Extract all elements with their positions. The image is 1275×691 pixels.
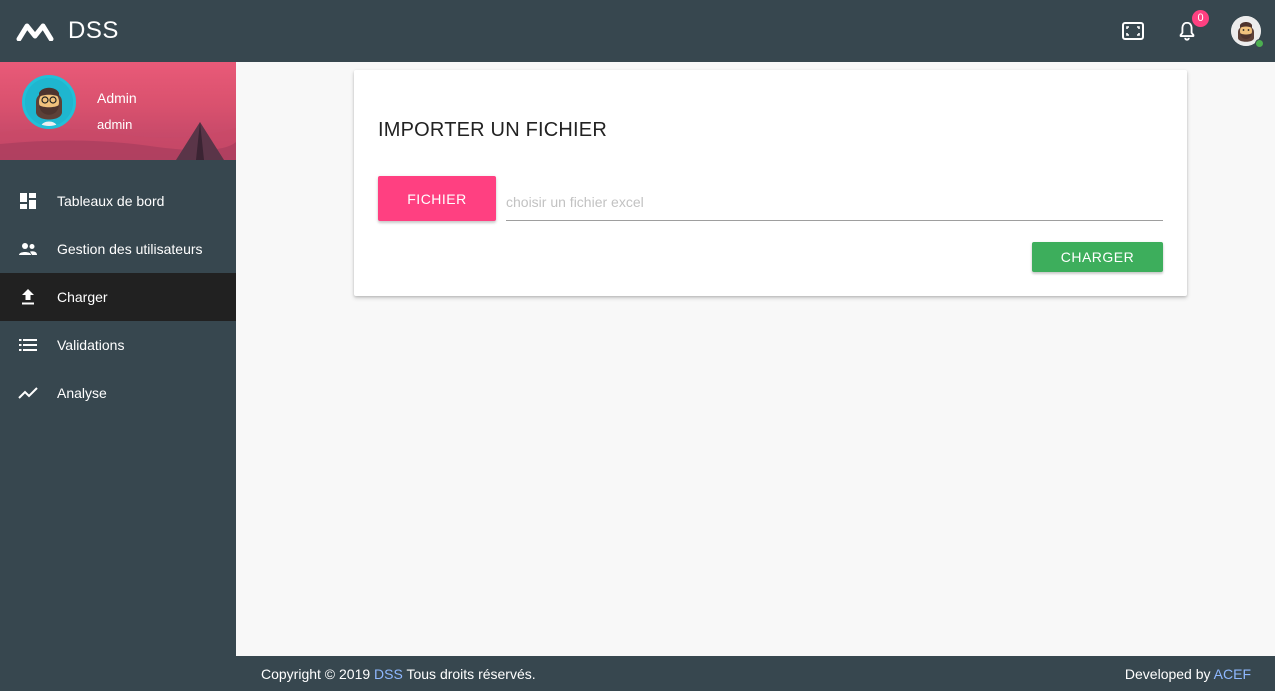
file-picker-button[interactable]: FICHIER [378, 176, 496, 221]
fullscreen-icon [1122, 22, 1144, 40]
footer-developer: Developed by ACEF [1125, 666, 1251, 682]
sidebar-item-dashboard[interactable]: Tableaux de bord [0, 177, 236, 225]
developer-link[interactable]: ACEF [1214, 666, 1251, 682]
sidebar-item-label: Analyse [57, 385, 107, 401]
top-actions: 0 [1119, 0, 1275, 62]
sidebar-item-label: Gestion des utilisateurs [57, 241, 203, 257]
online-status-dot [1255, 39, 1264, 48]
sidebar-item-label: Tableaux de bord [57, 193, 165, 209]
fullscreen-button[interactable] [1119, 17, 1147, 45]
sidebar-item-label: Charger [57, 289, 108, 305]
footer: Copyright © 2019 DSS Tous droits réservé… [236, 656, 1275, 691]
load-button[interactable]: CHARGER [1032, 242, 1163, 272]
file-name-input[interactable] [506, 183, 1163, 221]
profile-avatar-image [25, 78, 73, 126]
list-icon [18, 335, 38, 355]
profile-avatar[interactable] [22, 75, 76, 129]
trending-icon [18, 383, 38, 403]
top-app-bar: DSS 0 [0, 0, 1275, 62]
developed-by-label: Developed by [1124, 665, 1211, 682]
import-card: IMPORTER UN FICHIER FICHIER CHARGER [354, 70, 1187, 296]
profile-login: admin [97, 117, 133, 132]
sidebar-item-analysis[interactable]: Analyse [0, 369, 236, 417]
user-avatar[interactable] [1231, 16, 1264, 48]
notifications-button[interactable]: 0 [1173, 10, 1209, 45]
sidebar-item-user-management[interactable]: Gestion des utilisateurs [0, 225, 236, 273]
notification-badge: 0 [1192, 10, 1209, 27]
sidebar: Admin admin Tableaux de bord Gestion des… [0, 62, 236, 691]
footer-copyright: Copyright © 2019 DSS Tous droits réservé… [261, 666, 536, 682]
sidebar-nav: Tableaux de bord Gestion des utilisateur… [0, 177, 236, 417]
brand-logo-icon [16, 23, 54, 41]
brand-name: DSS [68, 17, 119, 44]
copyright-brand-link[interactable]: DSS [374, 666, 403, 682]
copyright-suffix: Tous droits réservés. [406, 665, 536, 682]
sidebar-item-validations[interactable]: Validations [0, 321, 236, 369]
copyright-prefix: Copyright © 2019 [261, 665, 371, 682]
profile-name: Admin [97, 90, 137, 106]
dashboard-icon [18, 191, 38, 211]
upload-icon [18, 287, 38, 307]
card-title: IMPORTER UN FICHIER [378, 119, 607, 141]
sidebar-item-label: Validations [57, 337, 125, 353]
brand[interactable]: DSS [16, 17, 119, 45]
people-icon [18, 239, 38, 259]
sidebar-item-upload[interactable]: Charger [0, 273, 236, 321]
sidebar-profile: Admin admin [0, 62, 236, 160]
